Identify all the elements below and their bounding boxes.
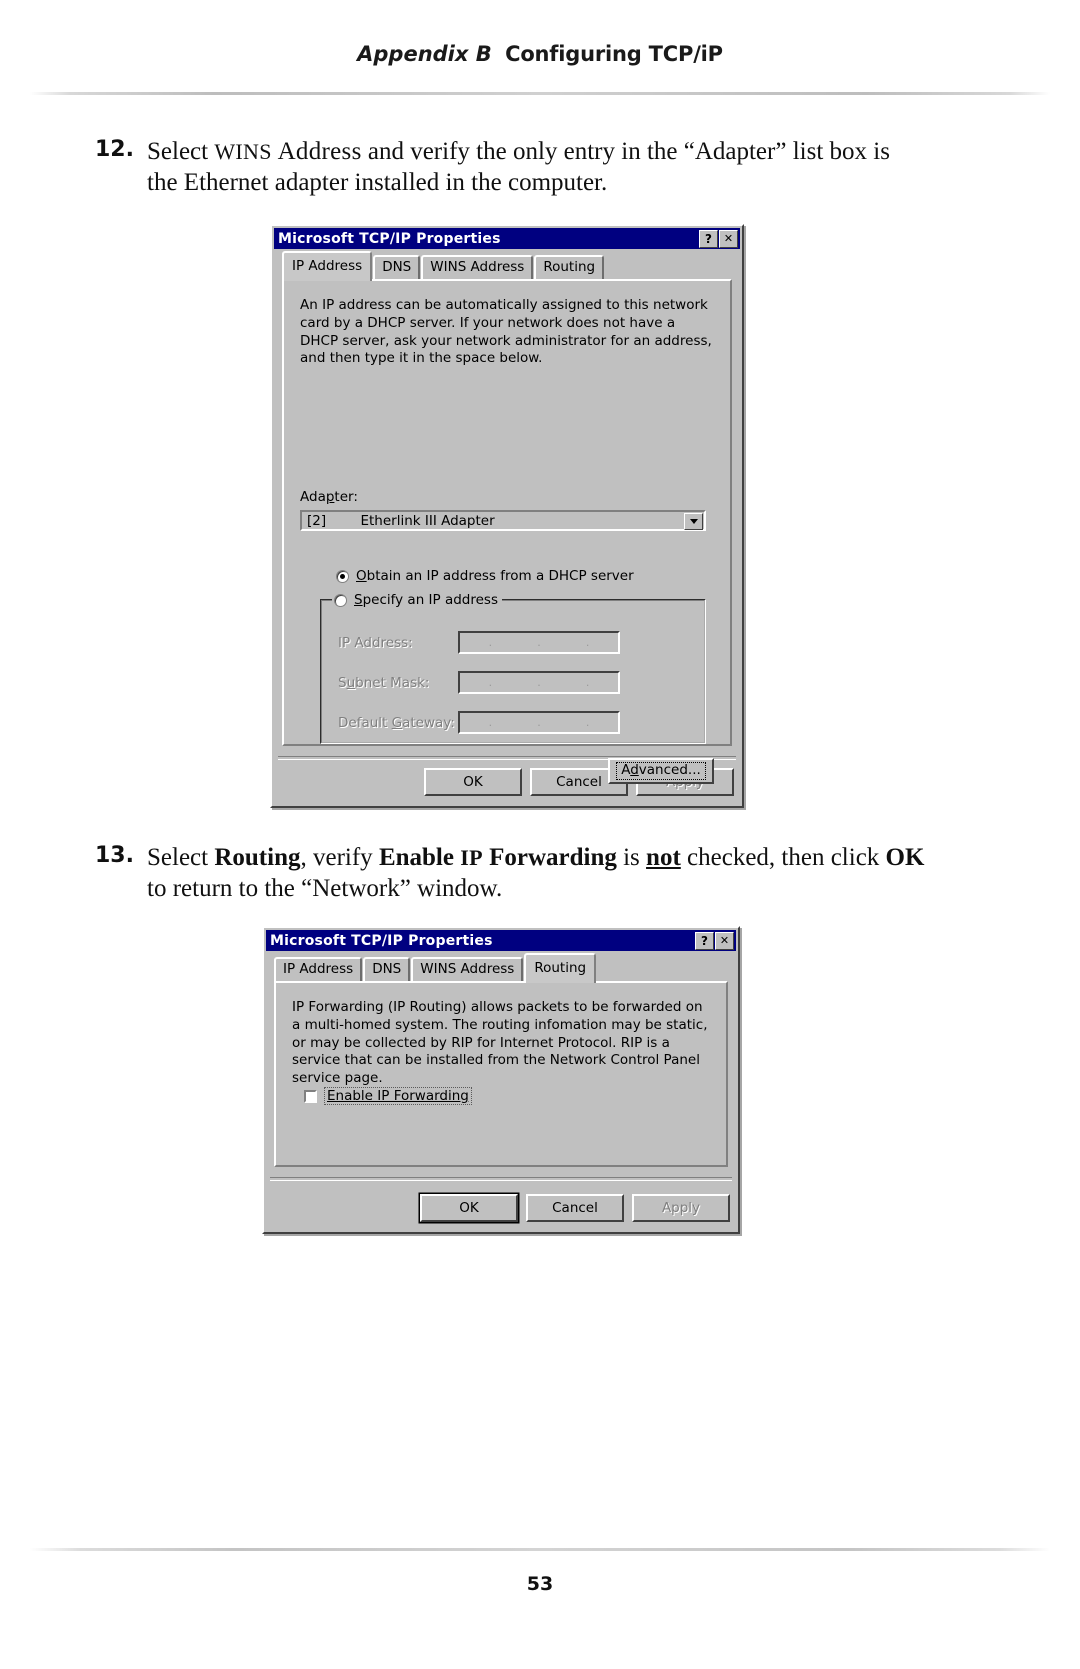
radio-obtain-dhcp-label: Obtain an IP address from a DHCP server — [356, 568, 634, 584]
tcpip-properties-dialog-ip[interactable]: Microsoft TCP/IP Properties ? ✕ IP Addre… — [270, 224, 744, 808]
advanced-button[interactable]: Advanced... — [608, 758, 714, 784]
appendix-label: Appendix B — [357, 42, 492, 66]
close-icon[interactable]: ✕ — [715, 931, 734, 950]
ip-dot: . — [585, 676, 590, 689]
cancel-button[interactable]: Cancel — [526, 1194, 624, 1222]
ok-button[interactable]: OK — [424, 768, 522, 796]
enable-ip-forwarding-label: Enable IP Forwarding — [324, 1087, 472, 1105]
tab-panel-ip-address: An IP address can be automatically assig… — [282, 279, 732, 784]
tab-dns[interactable]: DNS — [363, 957, 411, 981]
subnet-mask-label: Subnet Mask: — [338, 674, 430, 691]
apply-button: Apply — [632, 1194, 730, 1222]
ip-dot: . — [488, 716, 493, 729]
tab-wins-address[interactable]: WINS Address — [411, 957, 524, 981]
step-12-number: 12. — [95, 137, 134, 162]
titlebar: Microsoft TCP/IP Properties ? ✕ — [274, 228, 740, 249]
adapter-group: Adapter: [2] Etherlink III Adapter — [300, 489, 706, 531]
header-spacer — [492, 42, 505, 66]
radio-obtain-dhcp-indicator[interactable] — [336, 569, 349, 583]
tab-routing[interactable]: Routing — [534, 255, 605, 279]
ip-dot: . — [537, 676, 541, 689]
step-13-text: Select Routing, verify Enable IP Forward… — [147, 844, 925, 903]
adapter-combobox[interactable]: [2] Etherlink III Adapter — [300, 510, 706, 531]
ip-dot: . — [537, 636, 541, 649]
radio-specify-ip-label: Specify an IP address — [354, 592, 498, 608]
ok-button[interactable]: OK — [420, 1194, 518, 1222]
radio-specify-ip[interactable]: Specify an IP address — [332, 592, 502, 608]
tab-wins-address[interactable]: WINS Address — [421, 255, 534, 279]
step-13: 13. Select Routing, verify Enable IP For… — [95, 842, 940, 905]
routing-description: IP Forwarding (IP Routing) allows packet… — [292, 999, 708, 1087]
tabstrip: IP Address DNS WINS Address Routing — [272, 249, 742, 281]
ip-dot: . — [488, 636, 493, 649]
help-icon[interactable]: ? — [699, 229, 718, 248]
field-row-subnet-mask: Subnet Mask: . . . — [338, 671, 688, 694]
tab-ip-address[interactable]: IP Address — [274, 957, 363, 981]
default-gateway-input[interactable]: . . . — [458, 711, 620, 734]
subnet-mask-input[interactable]: . . . — [458, 671, 620, 694]
radio-obtain-dhcp[interactable]: Obtain an IP address from a DHCP server — [336, 568, 634, 584]
window-title: Microsoft TCP/IP Properties — [278, 230, 501, 247]
ip-dot: . — [488, 676, 493, 689]
button-bar-divider — [270, 1177, 732, 1181]
adapter-value: [2] Etherlink III Adapter — [307, 512, 495, 529]
help-icon[interactable]: ? — [695, 931, 714, 950]
advanced-button-label: Advanced... — [616, 761, 706, 781]
field-row-ip-address: IP Address: . . . — [338, 631, 688, 654]
chevron-down-icon[interactable] — [684, 513, 703, 530]
ip-address-label: IP Address: — [338, 634, 413, 651]
tabstrip: IP Address DNS WINS Address Routing — [264, 951, 738, 983]
radio-specify-ip-indicator[interactable] — [334, 593, 347, 607]
chapter-title: Configuring TCP/iP — [505, 42, 723, 66]
ip-dot: . — [537, 716, 541, 729]
enable-ip-forwarding-row[interactable]: Enable IP Forwarding — [304, 1087, 472, 1105]
header-divider — [30, 92, 1050, 95]
specify-ip-groupbox: Specify an IP address IP Address: . . . … — [320, 592, 706, 744]
window-title: Microsoft TCP/IP Properties — [270, 932, 493, 949]
tab-dns[interactable]: DNS — [373, 255, 421, 279]
tab-routing[interactable]: Routing — [524, 953, 597, 983]
tab-ip-address[interactable]: IP Address — [282, 251, 373, 281]
close-icon[interactable]: ✕ — [719, 229, 738, 248]
enable-ip-forwarding-checkbox[interactable] — [304, 1089, 317, 1103]
adapter-label: Adapter: — [300, 489, 358, 505]
step-12: 12. Select WINS Address and verify the o… — [95, 136, 925, 199]
default-gateway-label: Default Gateway: — [338, 714, 455, 731]
titlebar: Microsoft TCP/IP Properties ? ✕ — [266, 930, 736, 951]
page-number: 53 — [526, 1573, 554, 1595]
field-row-default-gateway: Default Gateway: . . . — [338, 711, 688, 734]
tcpip-properties-dialog-routing[interactable]: Microsoft TCP/IP Properties ? ✕ IP Addre… — [262, 926, 740, 1234]
footer-divider — [30, 1548, 1050, 1551]
ip-dot: . — [585, 636, 590, 649]
step-12-text: Select WINS Address and verify the only … — [147, 138, 890, 197]
tab-panel-routing: IP Forwarding (IP Routing) allows packet… — [274, 981, 728, 1167]
ip-dot: . — [585, 716, 590, 729]
ip-description: An IP address can be automatically assig… — [300, 297, 712, 367]
page-header: Appendix B Configuring TCP/iP — [0, 42, 1080, 66]
dialog-button-bar: OK Cancel Apply — [264, 1194, 738, 1222]
ip-address-input[interactable]: . . . — [458, 631, 620, 654]
step-13-number: 13. — [95, 843, 134, 868]
